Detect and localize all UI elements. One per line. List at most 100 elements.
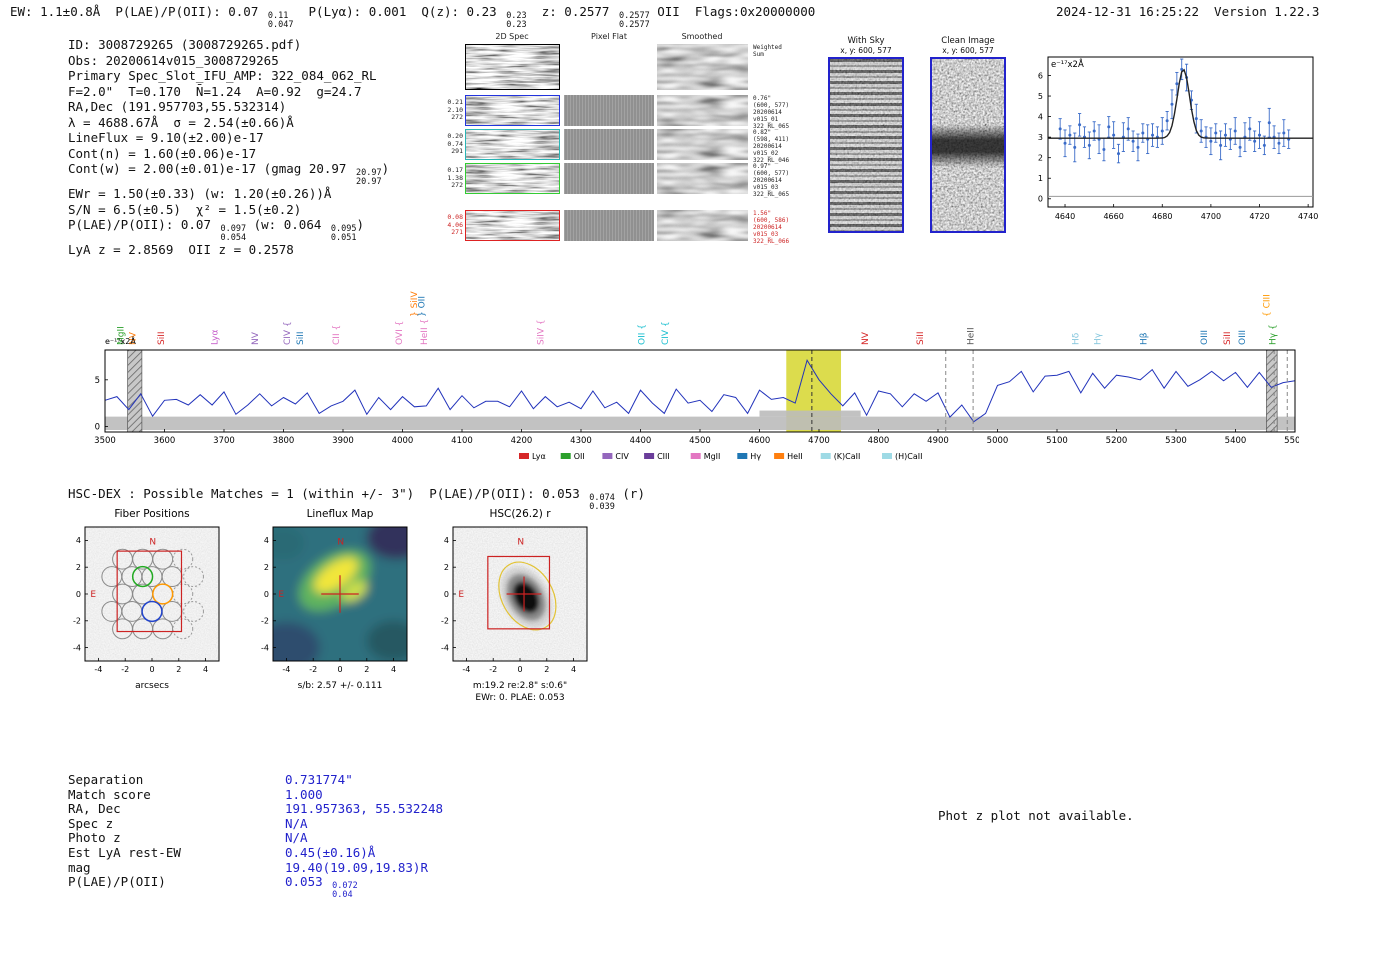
stacked-fraction: 0.072 0.04 — [332, 881, 358, 900]
lineflux-feature — [273, 527, 304, 560]
match-label: Match score — [68, 786, 151, 802]
cutout-xtick-label: -4 — [462, 665, 470, 674]
spec2d-row-left-label: 0.17 1.38 272 — [447, 166, 463, 189]
with-sky-coords: x, y: 600, 577 — [840, 46, 892, 55]
spectrum-xtick-label: 5300 — [1165, 436, 1187, 446]
cutout-xtick-label: 4 — [203, 665, 208, 674]
legend-swatch — [774, 453, 785, 459]
info-line: EWr = 1.50(±0.33) (w: 1.20(±0.26))Å — [68, 186, 332, 201]
emission-line-label: CIV { — [283, 321, 293, 345]
match-label: Spec z — [68, 815, 114, 831]
fiber-positions-plot: Fiber Positions -4 -4 -2 -2 0 0 2 2 4 4 arcsecs N E — [73, 508, 220, 691]
cutout-ytick-label: 4 — [76, 536, 81, 545]
noise-band-bump — [759, 410, 861, 417]
spectrum-xtick-label: 4600 — [749, 436, 771, 446]
full-spectrum-plot: 0 5 3500 3600 3700 3800 3900 4000 4100 4200 4300 44… — [94, 291, 1299, 461]
spec2d-row-right-label: 0.82" (598, 411) 20200614 v015_02 322_RL_046 — [753, 129, 790, 164]
cutout-title: Lineflux Map — [307, 508, 374, 520]
with-sky-title: With Sky — [847, 36, 885, 46]
emission-line-label: OVI { — [395, 321, 405, 345]
spec2d-image — [465, 210, 560, 241]
pixel-flat-image — [564, 95, 654, 126]
spec2d-image — [465, 44, 560, 90]
lineflux-feature — [366, 620, 407, 661]
masked-region-hatch — [1266, 349, 1278, 433]
legend-swatch — [820, 453, 831, 459]
compass-north-label: N — [149, 537, 156, 547]
smoothed-image — [657, 44, 748, 90]
zoom-ytick-label: 4 — [1038, 112, 1043, 121]
cutout-caption: arcsecs — [135, 681, 169, 691]
pixel-flat-image — [564, 44, 654, 90]
zoom-xtick-label: 4740 — [1298, 212, 1318, 221]
cutout-ytick-label: 2 — [264, 563, 269, 572]
emission-line-label: OII { — [638, 324, 648, 345]
clean-image-title: Clean Image — [941, 36, 995, 46]
spectrum-xtick-label: 5100 — [1046, 436, 1068, 446]
match-row: Photo z N/A — [68, 831, 443, 846]
legend-swatch — [560, 453, 571, 459]
clean-image — [930, 57, 1006, 233]
spectrum-xtick-label: 3900 — [332, 436, 354, 446]
spectrum-xtick-label: 4900 — [927, 436, 949, 446]
lineflux-feature — [366, 527, 407, 560]
spectrum-legend: Lyα OII CIV CIII MgII Hγ HeII (K)CaII (H)CaII — [519, 452, 922, 461]
smoothed-image — [657, 163, 748, 194]
stacked-fraction: 0.23 0.23 — [506, 11, 527, 30]
zoom-ytick-label: 3 — [1038, 133, 1043, 142]
cutout-xtick-label: -2 — [489, 665, 497, 674]
info-line: P(LAE)/P(OII): 0.07 0.097 0.054 (w: 0.064… — [68, 217, 365, 243]
legend-label: OII — [574, 452, 585, 461]
spec2d-row-right-label: 0.97" (600, 577) 20200614 v015_03 322_RL_065 — [753, 163, 790, 198]
info-line: LineFlux = 9.10(±2.00)e-17 — [68, 130, 264, 145]
legend-label: (H)CaII — [895, 452, 922, 461]
pixel-flat-image — [564, 163, 654, 194]
noise-band — [105, 416, 1295, 430]
match-value: N/A — [285, 815, 308, 831]
legend-swatch — [690, 453, 701, 459]
smoothed-image — [657, 210, 748, 241]
cutout-title: HSC(26.2) r — [489, 508, 551, 520]
cutout-xtick-label: -4 — [282, 665, 290, 674]
legend-label: CIII — [657, 452, 670, 461]
cutout-caption: EWr: 0. PLAE: 0.053 — [475, 693, 564, 703]
emission-line-label: { CIII — [1262, 294, 1272, 317]
spectrum-ytick-label: 0 — [95, 422, 100, 432]
emission-line-label: CIV { — [661, 321, 671, 345]
spec2d-row-left-label: 0.21 2.10 272 — [447, 98, 463, 121]
spectrum-line — [104, 359, 1296, 423]
match-label: P(LAE)/P(OII) — [68, 874, 166, 890]
clean-image-panel: Clean Image x, y: 600, 577 — [930, 36, 1006, 233]
clean-image-coords: x, y: 600, 577 — [942, 46, 994, 55]
spectrum-xtick-label: 5400 — [1225, 436, 1247, 446]
compass-north-label: N — [337, 537, 344, 547]
compass-east-label: E — [278, 590, 284, 600]
cutout-xtick-label: 0 — [149, 665, 154, 674]
spectrum-xtick-label: 4000 — [392, 436, 414, 446]
hsc-cutout-plot: HSC(26.2) r -4 -4 -2 -2 0 0 2 2 4 4 m:19.2 re:2.8" … — [441, 508, 588, 703]
match-label: Photo z — [68, 830, 121, 846]
legend-label: Hγ — [750, 452, 761, 461]
legend-swatch — [737, 453, 748, 459]
compass-east-label: E — [90, 590, 96, 600]
pixel-flat-image — [564, 210, 654, 241]
spec2d-panel: 2D Spec Pixel Flat Smoothed Weighted Sum 0… — [443, 30, 803, 248]
spectrum-xtick-label: 3500 — [94, 436, 116, 446]
spec2d-col-header-2dspec: 2D Spec — [495, 32, 529, 41]
cutout-ytick-label: 0 — [264, 590, 269, 599]
emission-line-label: HeII — [967, 327, 977, 345]
spectrum-xtick-label: 5200 — [1106, 436, 1128, 446]
timestamp-version: 2024-12-31 16:25:22 Version 1.22.3 — [1056, 4, 1320, 19]
cutout-caption: m:19.2 re:2.8" s:0.6" — [473, 681, 567, 691]
emission-line-label: Hδ — [1071, 332, 1081, 345]
match-row: Spec z N/A — [68, 815, 443, 832]
flux-units-annotation: e⁻¹⁷x2Å — [1051, 58, 1084, 70]
with-sky-panel: With Sky x, y: 600, 577 — [828, 36, 904, 233]
spec2d-row-right-label: 1.56" (600, 586) 20200614 v015_03 322_RL_066 — [753, 210, 790, 245]
emission-line-label: SiII — [916, 331, 926, 345]
info-line: Obs: 20200614v015_3008729265 — [68, 52, 279, 68]
match-value: 0.053 0.072 0.04 — [285, 874, 358, 900]
info-line: Cont(n) = 1.60(±0.06)e-17 — [68, 145, 257, 161]
info-line: LyA z = 2.8569 OII z = 0.2578 — [68, 242, 294, 257]
zoom-ytick-label: 5 — [1038, 92, 1043, 101]
